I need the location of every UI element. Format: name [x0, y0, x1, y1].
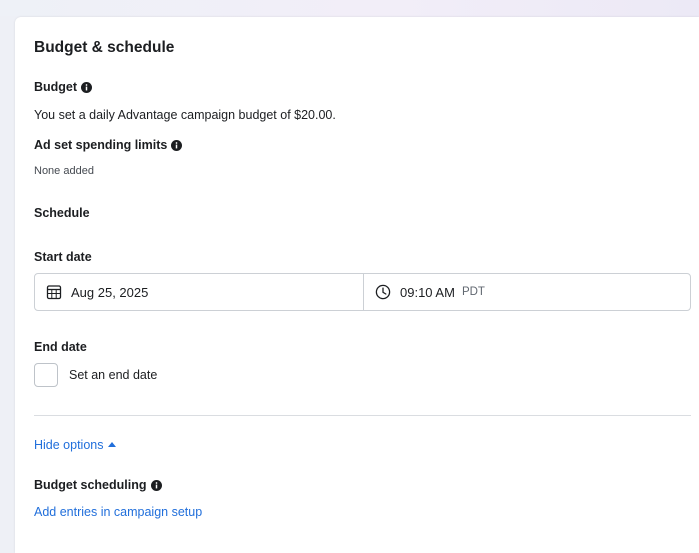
- budget-schedule-card: Budget & schedule Budget You set a daily…: [15, 17, 699, 553]
- budget-label: Budget: [34, 80, 78, 94]
- timezone-label: PDT: [461, 286, 485, 298]
- schedule-label: Schedule: [34, 206, 90, 220]
- clock-icon: [375, 284, 391, 300]
- start-time-value: 09:10 AM: [400, 284, 455, 300]
- budget-label-row: Budget: [34, 80, 93, 94]
- spending-limits-value: None added: [34, 165, 94, 177]
- end-date-checkbox[interactable]: [34, 363, 58, 387]
- section-title: Budget & schedule: [34, 39, 175, 56]
- budget-scheduling-label-row: Budget scheduling: [34, 478, 162, 492]
- end-date-checkbox-label[interactable]: Set an end date: [69, 368, 157, 382]
- section-divider: [34, 415, 691, 416]
- start-date-field: Aug 25, 2025 09:10 AM PDT: [34, 273, 691, 311]
- start-date-label: Start date: [34, 250, 92, 264]
- caret-up-icon: [107, 442, 116, 448]
- start-time-picker[interactable]: 09:10 AM PDT: [364, 274, 690, 310]
- start-date-picker[interactable]: Aug 25, 2025: [35, 274, 364, 310]
- spending-limits-label: Ad set spending limits: [34, 138, 168, 152]
- info-icon[interactable]: [171, 139, 183, 151]
- top-background-strip: [0, 0, 699, 16]
- budget-description: You set a daily Advantage campaign budge…: [34, 108, 336, 122]
- hide-options-toggle[interactable]: Hide options: [34, 438, 116, 452]
- spending-limits-label-row: Ad set spending limits: [34, 138, 183, 152]
- calendar-icon: [46, 285, 62, 300]
- campaign-setup-link[interactable]: Add entries in campaign setup: [34, 505, 202, 519]
- end-date-label: End date: [34, 340, 87, 354]
- hide-options-label: Hide options: [34, 438, 104, 452]
- end-date-checkbox-row: Set an end date: [34, 363, 157, 387]
- start-date-value: Aug 25, 2025: [71, 284, 149, 300]
- budget-scheduling-label: Budget scheduling: [34, 478, 147, 492]
- info-icon[interactable]: [150, 479, 162, 491]
- info-icon[interactable]: [81, 81, 93, 93]
